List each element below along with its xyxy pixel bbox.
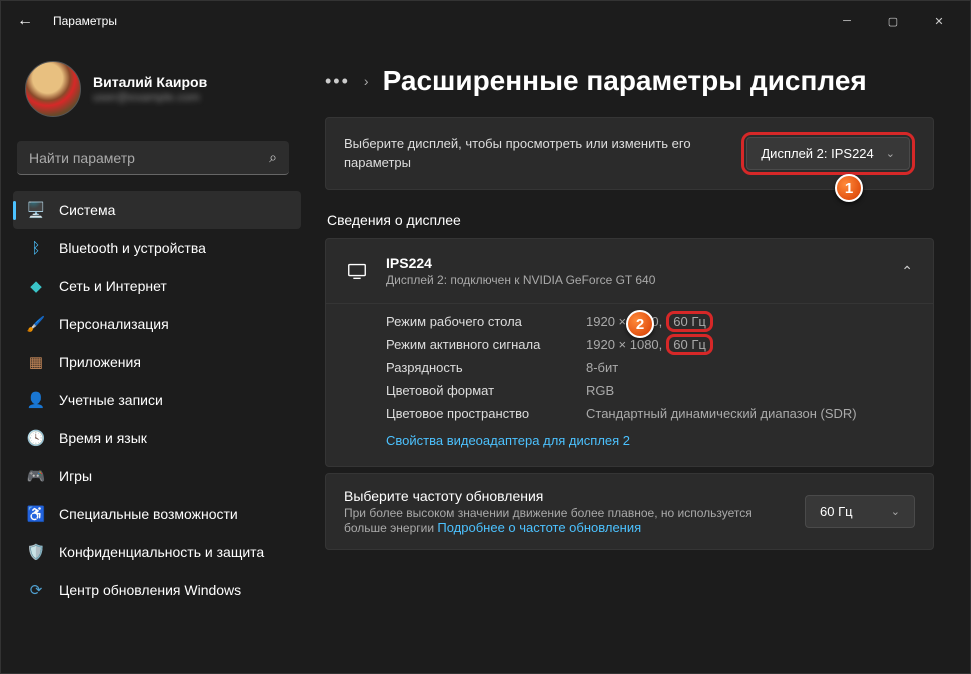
sidebar-item-3[interactable]: 🖌️ Персонализация <box>13 305 301 343</box>
refresh-title: Выберите частоту обновления <box>344 488 789 504</box>
display-dropdown[interactable]: Дисплей 2: IPS224 ⌄ <box>746 137 910 170</box>
nav-label: Приложения <box>59 354 141 370</box>
nav-icon: 🛡️ <box>27 543 45 561</box>
nav-label: Игры <box>59 468 92 484</box>
close-button[interactable]: ✕ <box>916 5 962 37</box>
display-name: IPS224 <box>386 255 883 271</box>
refresh-sub: При более высоком значении движение боле… <box>344 506 789 535</box>
info-row: Режим активного сигнала1920 × 1080, 60 Г… <box>386 333 913 356</box>
chevron-down-icon: ⌄ <box>891 505 900 518</box>
sidebar-item-5[interactable]: 👤 Учетные записи <box>13 381 301 419</box>
sidebar-item-2[interactable]: ◆ Сеть и Интернет <box>13 267 301 305</box>
refresh-rate-dropdown[interactable]: 60 Гц ⌄ <box>805 495 915 528</box>
display-info-body: Режим рабочего стола1920 × 1080, 60 ГцРе… <box>326 303 933 466</box>
nav-label: Bluetooth и устройства <box>59 240 206 256</box>
chevron-up-icon: ⌃ <box>901 263 913 280</box>
nav-label: Время и язык <box>59 430 147 446</box>
sidebar-item-4[interactable]: ▦ Приложения <box>13 343 301 381</box>
info-key: Режим рабочего стола <box>386 314 586 329</box>
annotation-1: 1 <box>835 174 863 202</box>
info-key: Цветовое пространство <box>386 406 586 421</box>
refresh-rate-value: 60 Гц <box>820 504 853 519</box>
refresh-rate-card: Выберите частоту обновления При более вы… <box>325 473 934 550</box>
info-key: Цветовой формат <box>386 383 586 398</box>
search-input[interactable] <box>29 150 269 166</box>
nav-label: Сеть и Интернет <box>59 278 167 294</box>
adapter-properties-link[interactable]: Свойства видеоадаптера для дисплея 2 <box>386 433 630 448</box>
sidebar: Виталий Каиров user@example.com ⌕ 🖥️ Сист… <box>1 41 301 673</box>
nav-label: Учетные записи <box>59 392 163 408</box>
back-button[interactable]: ← <box>9 5 41 37</box>
nav-label: Система <box>59 202 115 218</box>
sidebar-item-7[interactable]: 🎮 Игры <box>13 457 301 495</box>
nav-label: Конфиденциальность и защита <box>59 544 264 560</box>
settings-window: ← Параметры ─ ▢ ✕ Виталий Каиров user@ex… <box>0 0 971 674</box>
chevron-down-icon: ⌄ <box>886 147 895 160</box>
sidebar-item-8[interactable]: ♿ Специальные возможности <box>13 495 301 533</box>
nav-icon: ᛒ <box>27 239 45 257</box>
sidebar-item-0[interactable]: 🖥️ Система <box>13 191 301 229</box>
search-box[interactable]: ⌕ <box>17 141 289 175</box>
display-info-header[interactable]: IPS224 Дисплей 2: подключен к NVIDIA GeF… <box>326 239 933 303</box>
nav-icon: ♿ <box>27 505 45 523</box>
info-val: 1920 × 1080, 60 Гц <box>586 337 713 352</box>
nav-icon: 👤 <box>27 391 45 409</box>
refresh-learn-more-link[interactable]: Подробнее о частоте обновления <box>437 520 641 535</box>
sidebar-item-10[interactable]: ⟳ Центр обновления Windows <box>13 571 301 609</box>
sidebar-item-6[interactable]: 🕓 Время и язык <box>13 419 301 457</box>
display-select-prompt: Выберите дисплей, чтобы просмотреть или … <box>344 135 725 171</box>
nav-label: Персонализация <box>59 316 169 332</box>
nav-label: Специальные возможности <box>59 506 238 522</box>
display-sub: Дисплей 2: подключен к NVIDIA GeForce GT… <box>386 273 883 287</box>
maximize-button[interactable]: ▢ <box>870 5 916 37</box>
sidebar-item-1[interactable]: ᛒ Bluetooth и устройства <box>13 229 301 267</box>
search-icon: ⌕ <box>269 149 277 166</box>
info-key: Режим активного сигнала <box>386 337 586 352</box>
nav-icon: 🎮 <box>27 467 45 485</box>
user-email: user@example.com <box>93 90 207 104</box>
monitor-icon <box>346 260 368 282</box>
info-val: Стандартный динамический диапазон (SDR) <box>586 406 857 421</box>
display-info-card: IPS224 Дисплей 2: подключен к NVIDIA GeF… <box>325 238 934 467</box>
window-title: Параметры <box>53 14 117 28</box>
nav-label: Центр обновления Windows <box>59 582 241 598</box>
chevron-right-icon: › <box>364 73 369 89</box>
nav-icon: 🖥️ <box>27 201 45 219</box>
breadcrumb: ••• › Расширенные параметры дисплея <box>325 65 934 97</box>
page-title: Расширенные параметры дисплея <box>383 65 867 97</box>
minimize-button[interactable]: ─ <box>824 5 870 37</box>
display-select-card: Выберите дисплей, чтобы просмотреть или … <box>325 117 934 190</box>
nav-icon: 🕓 <box>27 429 45 447</box>
info-val: RGB <box>586 383 614 398</box>
section-label: Сведения о дисплее <box>327 212 934 228</box>
display-dropdown-value: Дисплей 2: IPS224 <box>761 146 873 161</box>
main-content: ••• › Расширенные параметры дисплея Выбе… <box>301 41 970 673</box>
info-row: Цветовой форматRGB <box>386 379 913 402</box>
info-key: Разрядность <box>386 360 586 375</box>
avatar <box>25 61 81 117</box>
user-block[interactable]: Виталий Каиров user@example.com <box>13 53 301 125</box>
window-controls: ─ ▢ ✕ <box>824 5 962 37</box>
info-val: 8-бит <box>586 360 618 375</box>
annotation-2: 2 <box>626 310 654 338</box>
titlebar: ← Параметры ─ ▢ ✕ <box>1 1 970 41</box>
breadcrumb-dots[interactable]: ••• <box>325 71 350 92</box>
sidebar-item-9[interactable]: 🛡️ Конфиденциальность и защита <box>13 533 301 571</box>
nav-icon: ⟳ <box>27 581 45 599</box>
info-row: Разрядность8-бит <box>386 356 913 379</box>
nav-icon: 🖌️ <box>27 315 45 333</box>
nav-icon: ◆ <box>27 277 45 295</box>
nav-icon: ▦ <box>27 353 45 371</box>
user-name: Виталий Каиров <box>93 74 207 90</box>
info-row: Цветовое пространствоСтандартный динамич… <box>386 402 913 425</box>
